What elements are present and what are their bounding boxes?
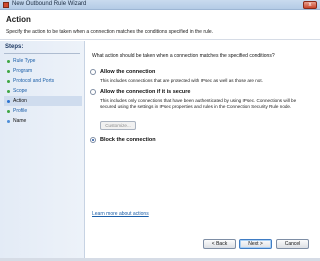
wizard-content: What action should be taken when a conne…	[86, 41, 320, 261]
action-question: What action should be taken when a conne…	[92, 53, 275, 59]
step-bullet-icon	[7, 110, 10, 113]
step-label: Profile	[13, 108, 28, 114]
window-title: New Outbound Rule Wizard	[12, 1, 87, 7]
step-program[interactable]: Program	[4, 66, 82, 76]
page-description: Specify the action to be taken when a co…	[6, 29, 214, 35]
option-label[interactable]: Block the connection	[100, 137, 156, 143]
steps-title: Steps:	[5, 44, 24, 50]
step-bullet-icon	[7, 60, 10, 63]
steps-list: Rule Type Program Protocol and Ports Sco…	[4, 56, 82, 126]
next-button[interactable]: Next >	[239, 239, 272, 249]
cancel-button[interactable]: Cancel	[276, 239, 309, 249]
step-label: Protocol and Ports	[13, 78, 55, 84]
option-description: This includes only connections that have…	[100, 98, 297, 109]
radio-allow-connection[interactable]	[90, 69, 96, 75]
step-action[interactable]: Action	[4, 96, 82, 106]
step-name: Name	[4, 116, 82, 126]
title-bar: New Outbound Rule Wizard x	[0, 0, 320, 10]
steps-divider	[4, 53, 80, 54]
step-label: Scope	[13, 88, 28, 94]
step-label: Program	[13, 68, 33, 74]
option-description: This includes connections that are prote…	[100, 78, 263, 83]
radio-block-connection[interactable]	[90, 137, 96, 143]
option-label[interactable]: Allow the connection	[100, 69, 155, 75]
learn-more-link[interactable]: Learn more about actions	[92, 211, 149, 217]
firewall-app-icon	[3, 2, 9, 8]
step-bullet-icon	[7, 100, 10, 103]
customize-button[interactable]: Customize...	[100, 121, 136, 130]
step-protocol-and-ports[interactable]: Protocol and Ports	[4, 76, 82, 86]
step-rule-type[interactable]: Rule Type	[4, 56, 82, 66]
page-title: Action	[6, 15, 31, 24]
radio-allow-if-secure[interactable]	[90, 89, 96, 95]
step-bullet-icon	[7, 80, 10, 83]
step-profile[interactable]: Profile	[4, 106, 82, 116]
back-button[interactable]: < Back	[203, 239, 236, 249]
step-label: Action	[13, 98, 27, 104]
step-scope[interactable]: Scope	[4, 86, 82, 96]
option-label[interactable]: Allow the connection if it is secure	[100, 89, 190, 95]
step-label: Name	[13, 118, 27, 124]
step-bullet-icon	[7, 70, 10, 73]
step-bullet-icon	[7, 120, 10, 123]
wizard-header: Action Specify the action to be taken wh…	[0, 10, 320, 40]
steps-sidebar: Steps: Rule Type Program Protocol and Po…	[0, 41, 85, 261]
close-button[interactable]: x	[303, 1, 317, 9]
step-label: Rule Type	[13, 58, 36, 64]
step-bullet-icon	[7, 90, 10, 93]
